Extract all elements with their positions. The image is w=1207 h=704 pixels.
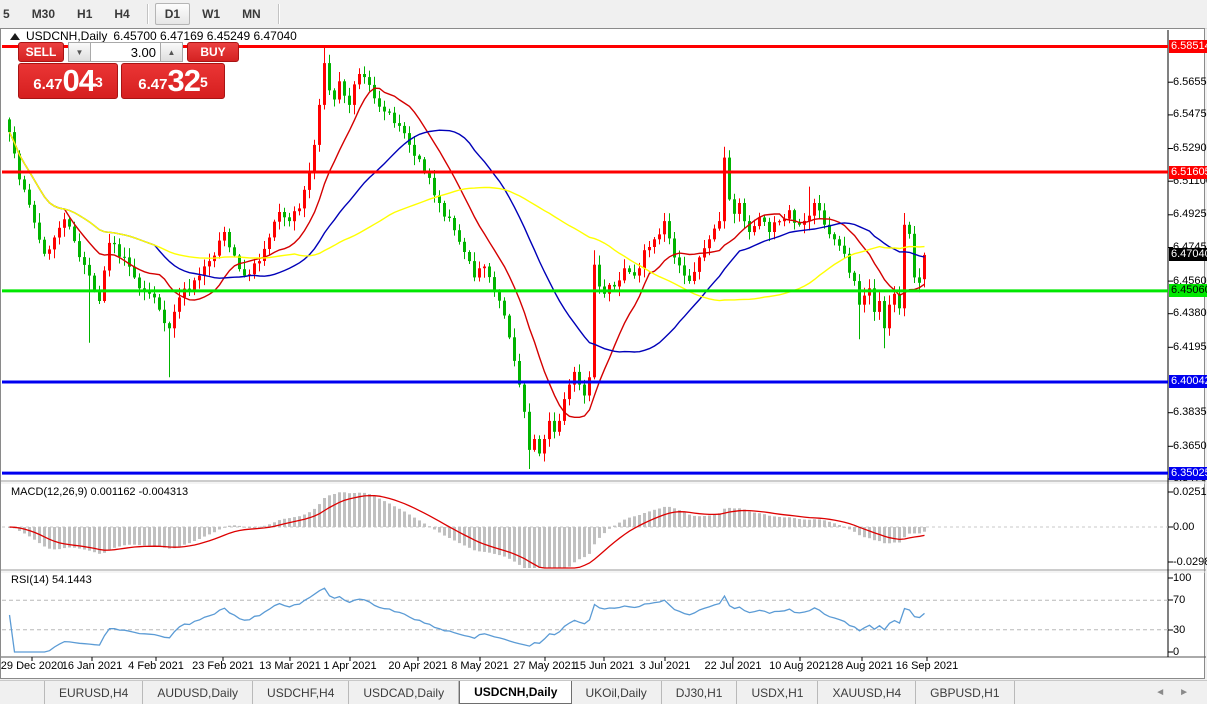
date-tick-label: 22 Jul 2021 bbox=[705, 660, 762, 672]
date-tick-label: 29 Dec 2020 bbox=[1, 660, 63, 672]
date-tick-label: 23 Feb 2021 bbox=[192, 660, 254, 672]
bid-price-main: 04 bbox=[62, 64, 94, 98]
price-level-badge: 6.51605 bbox=[1169, 166, 1207, 179]
price-tick-label: 6.41950 bbox=[1173, 341, 1207, 353]
macd-signal-line bbox=[10, 496, 925, 568]
symbol-tab-bar: EURUSD,H4AUDUSD,DailyUSDCHF,H4USDCAD,Dai… bbox=[0, 680, 1207, 704]
symbol-tab-ukoil[interactable]: UKOil,Daily bbox=[571, 681, 661, 704]
date-tick-label: 28 Aug 2021 bbox=[831, 660, 893, 672]
collapse-panel-icon[interactable] bbox=[10, 33, 20, 40]
rsi-tick-label: 100 bbox=[1173, 572, 1191, 584]
symbol-period-label: USDCNH,Daily bbox=[26, 29, 107, 43]
price-tick-label: 6.36500 bbox=[1173, 440, 1207, 452]
rsi-tick-label: 70 bbox=[1173, 594, 1185, 606]
date-tick-label: 10 Aug 2021 bbox=[769, 660, 831, 672]
rsi-tick-label: 30 bbox=[1173, 624, 1185, 636]
date-tick-label: 8 May 2021 bbox=[451, 660, 508, 672]
ask-price-prefix: 6.47 bbox=[138, 72, 167, 98]
moving-average-12 bbox=[10, 88, 925, 417]
moving-average-58 bbox=[10, 132, 925, 301]
bid-price-prefix: 6.47 bbox=[33, 72, 62, 98]
price-level-badge: 6.45060 bbox=[1169, 284, 1207, 297]
date-tick-label: 20 Apr 2021 bbox=[388, 660, 447, 672]
macd-histogram bbox=[8, 492, 926, 568]
symbol-tab-usdcad[interactable]: USDCAD,Daily bbox=[349, 681, 459, 704]
trading-platform-window: 5M30H1H4D1W1MN USDCNH,Daily 6.45700 6.47… bbox=[0, 0, 1207, 703]
symbol-tab-usdcnh[interactable]: USDCNH,Daily bbox=[459, 681, 572, 704]
tab-scroll-left-icon[interactable]: ◄ bbox=[1155, 687, 1165, 698]
symbol-tab-audusd[interactable]: AUDUSD,Daily bbox=[143, 681, 253, 704]
date-tick-label: 16 Jan 2021 bbox=[62, 660, 123, 672]
buy-button[interactable]: BUY bbox=[187, 42, 239, 62]
chart-title: USDCNH,Daily 6.45700 6.47169 6.45249 6.4… bbox=[10, 29, 297, 43]
chart-canvas[interactable] bbox=[0, 28, 1207, 680]
date-tick-label: 15 Jun 2021 bbox=[574, 660, 635, 672]
price-tick-label: 6.56550 bbox=[1173, 76, 1207, 88]
date-tick-label: 13 Mar 2021 bbox=[259, 660, 321, 672]
date-tick-label: 4 Feb 2021 bbox=[128, 660, 184, 672]
buy-price-panel[interactable]: 6.47325 bbox=[121, 63, 225, 99]
timeframe-button-h4[interactable]: H4 bbox=[104, 3, 139, 25]
tab-scroll-arrows: ◄► bbox=[1155, 681, 1207, 704]
current-price-badge: 6.47040 bbox=[1169, 248, 1207, 261]
volume-increase-button[interactable]: ▲ bbox=[160, 42, 183, 62]
one-click-trade-panel: SELL ▼ ▲ BUY 6.47043 6.47325 bbox=[18, 42, 239, 99]
symbol-tab-xauusd[interactable]: XAUUSD,H4 bbox=[818, 681, 916, 704]
date-tick-label: 27 May 2021 bbox=[513, 660, 577, 672]
toolbar-separator bbox=[278, 4, 279, 24]
price-level-badge: 6.35025 bbox=[1169, 467, 1207, 480]
symbol-tab-dj30[interactable]: DJ30,H1 bbox=[662, 681, 738, 704]
toolbar-separator bbox=[147, 4, 148, 24]
tab-bar-spacer bbox=[0, 681, 45, 704]
symbol-tab-gbpusd[interactable]: GBPUSD,H1 bbox=[916, 681, 1014, 704]
timeframe-button-h1[interactable]: H1 bbox=[67, 3, 102, 25]
timeframe-toolbar: 5M30H1H4 D1W1MN bbox=[0, 0, 1207, 29]
volume-input[interactable] bbox=[91, 42, 160, 62]
date-tick-label: 16 Sep 2021 bbox=[896, 660, 958, 672]
ask-price-main: 32 bbox=[167, 64, 199, 98]
price-tick-label: 6.54750 bbox=[1173, 108, 1207, 120]
symbol-tab-usdchf[interactable]: USDCHF,H4 bbox=[253, 681, 349, 704]
bid-price-pip: 3 bbox=[95, 67, 103, 97]
macd-indicator-label: MACD(12,26,9) 0.001162 -0.004313 bbox=[11, 486, 188, 498]
timeframe-button-5[interactable]: 5 bbox=[0, 3, 20, 25]
date-tick-label: 1 Apr 2021 bbox=[323, 660, 376, 672]
price-level-badge: 6.40042 bbox=[1169, 375, 1207, 388]
timeframe-button-d1[interactable]: D1 bbox=[155, 3, 190, 25]
sell-button[interactable]: SELL bbox=[18, 42, 64, 62]
timeframe-button-mn[interactable]: MN bbox=[232, 3, 271, 25]
volume-decrease-button[interactable]: ▼ bbox=[68, 42, 91, 62]
price-tick-label: 6.43800 bbox=[1173, 307, 1207, 319]
rsi-tick-label: 0 bbox=[1173, 646, 1179, 658]
ohlc-values: 6.45700 6.47169 6.45249 6.47040 bbox=[113, 29, 297, 43]
price-level-badge: 6.58514 bbox=[1169, 40, 1207, 53]
timeframe-button-w1[interactable]: W1 bbox=[192, 3, 230, 25]
candles-layer bbox=[8, 47, 926, 470]
tab-scroll-right-icon[interactable]: ► bbox=[1179, 687, 1189, 698]
macd-tick-label: -0.029888 bbox=[1173, 556, 1207, 568]
macd-tick-label: 0.00 bbox=[1173, 521, 1194, 533]
symbol-tab-eurusd[interactable]: EURUSD,H4 bbox=[45, 681, 143, 704]
price-tick-label: 6.49250 bbox=[1173, 208, 1207, 220]
rsi-line bbox=[10, 588, 925, 652]
macd-tick-label: 0.025108 bbox=[1173, 486, 1207, 498]
date-tick-label: 3 Jul 2021 bbox=[640, 660, 691, 672]
price-tick-label: 6.38350 bbox=[1173, 406, 1207, 418]
moving-average-30 bbox=[10, 130, 925, 352]
rsi-indicator-label: RSI(14) 54.1443 bbox=[11, 574, 92, 586]
price-tick-label: 6.52900 bbox=[1173, 142, 1207, 154]
sell-price-panel[interactable]: 6.47043 bbox=[18, 63, 118, 99]
symbol-tab-usdx[interactable]: USDX,H1 bbox=[737, 681, 818, 704]
timeframe-button-m30[interactable]: M30 bbox=[22, 3, 65, 25]
ask-price-pip: 5 bbox=[200, 67, 208, 97]
